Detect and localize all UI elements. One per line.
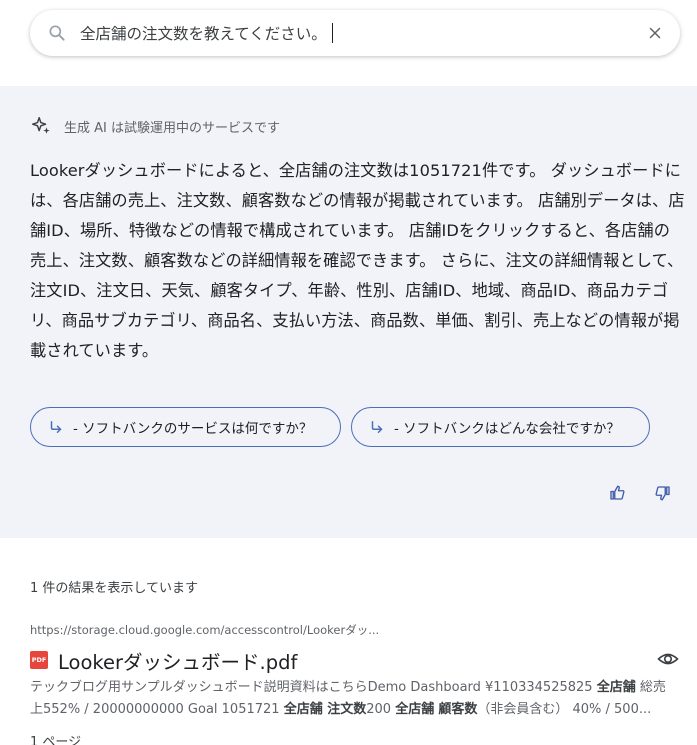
subdirectory-arrow-icon <box>50 421 62 433</box>
eye-icon[interactable] <box>657 650 679 668</box>
thumbs-up-icon[interactable] <box>608 484 626 502</box>
subdirectory-arrow-icon <box>371 421 383 433</box>
snippet-highlight: 全店舗 <box>596 680 636 695</box>
sparkle-icon <box>32 117 50 134</box>
followup-chip-label: - ソフトバンクのサービスは何ですか？ <box>73 421 313 437</box>
search-box[interactable]: 全店舗の注文数を教えてください。 <box>30 10 680 56</box>
pdf-icon: PDF <box>30 651 48 669</box>
text-caret <box>331 23 334 43</box>
result-url[interactable]: https://storage.cloud.google.com/accessc… <box>30 622 379 638</box>
followup-chips: - ソフトバンクのサービスは何ですか？ - ソフトバンクはどんな会社ですか？ <box>30 407 650 447</box>
snippet-text: （非会員含む） 40% / 500... <box>477 702 652 717</box>
snippet-highlight: 顧客数 <box>438 702 478 717</box>
result-count: 1 件の結果を表示しています <box>30 581 199 596</box>
result-title-row: PDF Lookerダッシュボード.pdf <box>30 646 297 675</box>
ai-disclaimer: 生成 AI は試験運用中のサービスです <box>64 120 280 136</box>
result-snippet: テックブログ用サンプルダッシュボード説明資料はこちらDemo Dashboard… <box>30 677 670 721</box>
close-icon[interactable] <box>646 24 664 42</box>
search-query-text: 全店舗の注文数を教えてください。 <box>80 25 327 43</box>
search-header: 全店舗の注文数を教えてください。 <box>0 0 697 86</box>
search-input[interactable]: 全店舗の注文数を教えてください。 <box>80 10 640 56</box>
snippet-text: テックブログ用サンプルダッシュボード説明資料はこちらDemo Dashboard… <box>30 680 597 695</box>
followup-chip[interactable]: - ソフトバンクのサービスは何ですか？ <box>30 407 341 447</box>
result-title-link[interactable]: Lookerダッシュボード.pdf <box>58 646 297 675</box>
followup-chip-label: - ソフトバンクはどんな会社ですか？ <box>394 421 620 437</box>
snippet-text: 200 <box>366 702 396 717</box>
result-page-count: 1 ページ <box>30 735 82 745</box>
snippet-highlight: 全店舗 <box>395 702 435 717</box>
ai-overview-panel: 生成 AI は試験運用中のサービスです Lookerダッシュボードによると、全店… <box>0 86 697 538</box>
search-icon <box>49 25 65 41</box>
snippet-highlight: 全店舗 注文数 <box>283 702 367 717</box>
ai-answer-text: Lookerダッシュボードによると、全店舗の注文数は1051721件です。 ダッ… <box>30 161 685 360</box>
thumbs-down-icon[interactable] <box>654 484 672 502</box>
ai-overview-header: 生成 AI は試験運用中のサービスです <box>30 114 280 138</box>
followup-chip[interactable]: - ソフトバンクはどんな会社ですか？ <box>351 407 650 447</box>
